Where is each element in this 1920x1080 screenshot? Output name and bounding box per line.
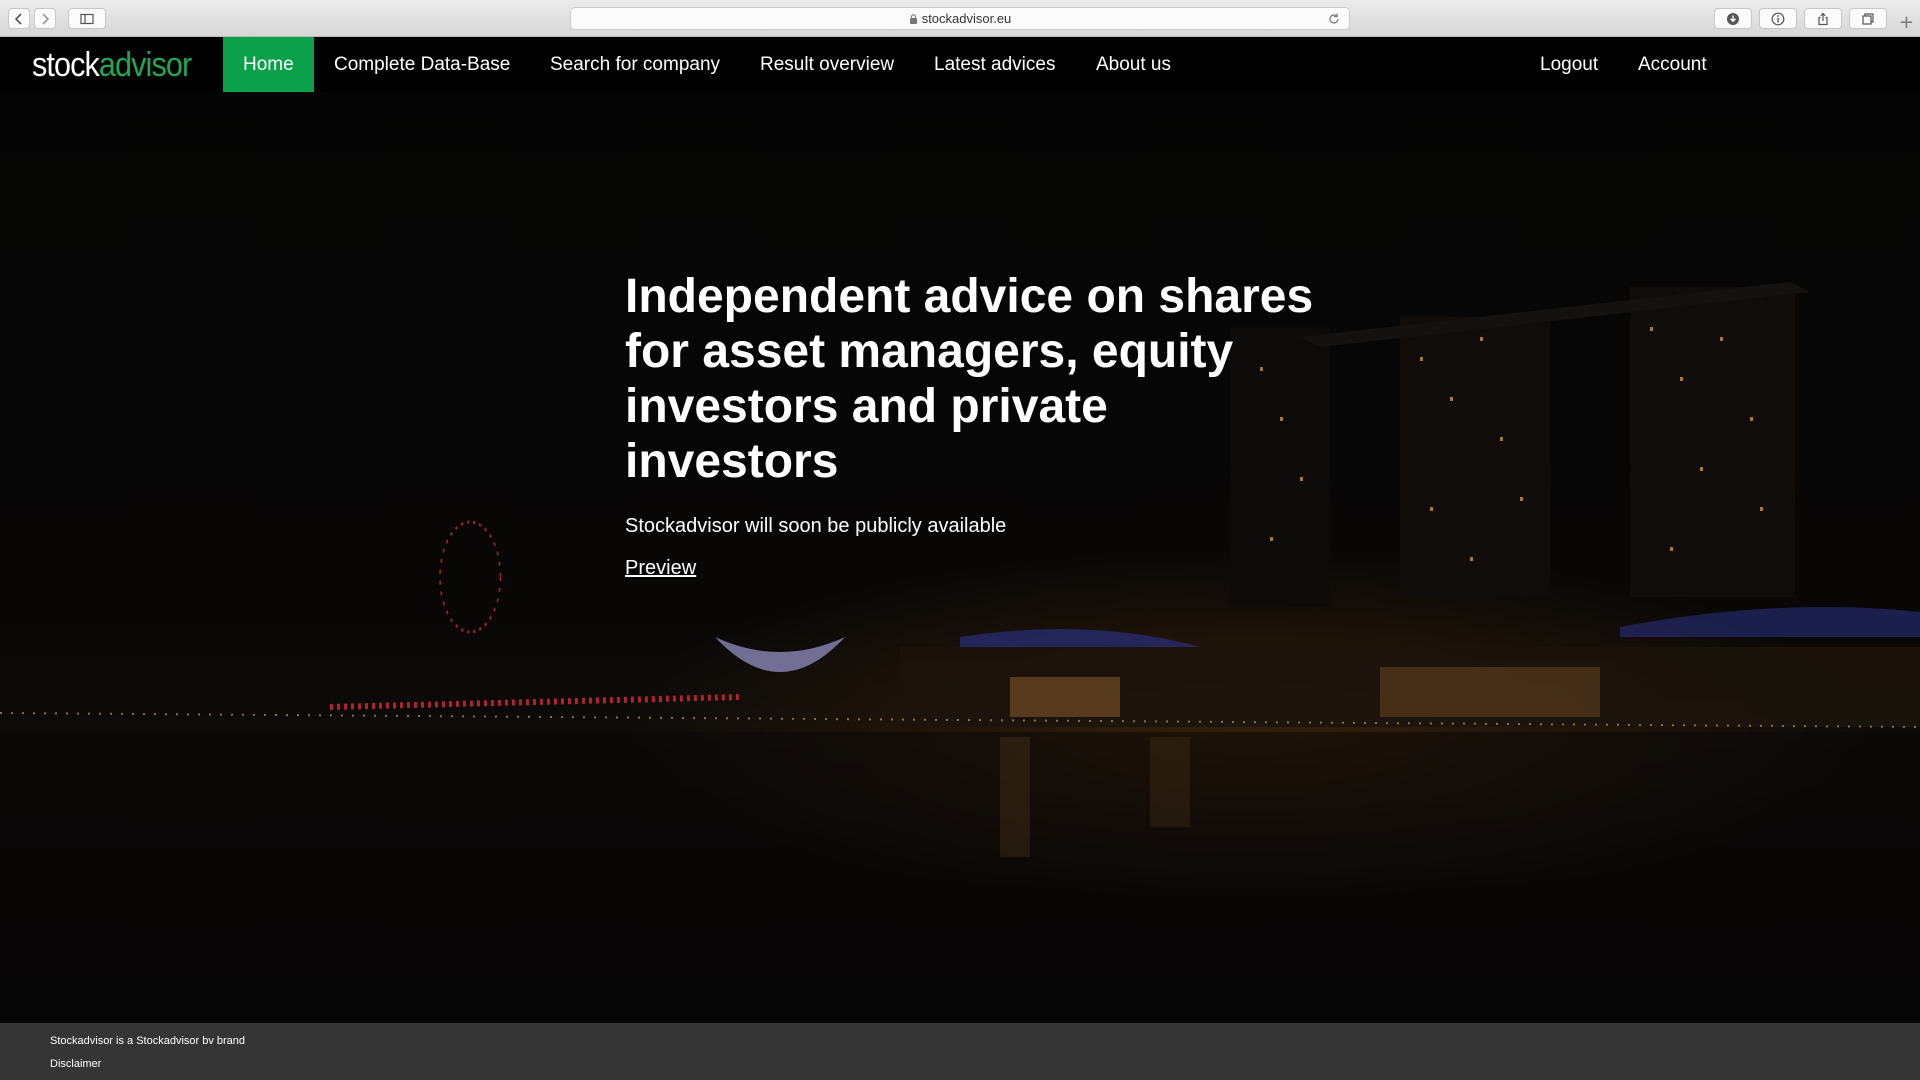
address-bar[interactable]: stockadvisor.eu <box>570 7 1350 30</box>
sidebar-button[interactable] <box>68 8 106 29</box>
reload-icon[interactable] <box>1327 12 1341 26</box>
website: stockadvisor Home Complete Data-Base Sea… <box>0 37 1920 1080</box>
nav-about-us[interactable]: About us <box>1076 37 1191 92</box>
site-footer: Stockadvisor is a Stockadvisor bv brand … <box>0 1023 1920 1080</box>
nav-complete-database[interactable]: Complete Data-Base <box>314 37 530 92</box>
share-icon <box>1818 12 1828 25</box>
stockadvisor-logo[interactable]: stockadvisor <box>32 46 192 85</box>
share-button[interactable] <box>1804 8 1842 29</box>
main-navbar: stockadvisor Home Complete Data-Base Sea… <box>0 37 1920 92</box>
sidebar-icon <box>80 13 94 24</box>
nav-account[interactable]: Account <box>1618 37 1727 92</box>
new-tab-icon[interactable]: + <box>1899 12 1914 33</box>
hero-headline: Independent advice on shares for asset m… <box>625 270 1314 488</box>
hero-subtext: Stockadvisor will soon be publicly avail… <box>625 515 1007 537</box>
nav-home[interactable]: Home <box>223 37 314 92</box>
browser-toolbar: stockadvisor.eu + <box>0 0 1920 37</box>
lock-icon <box>909 13 917 24</box>
city-night-image <box>0 282 1920 1032</box>
forward-icon <box>42 12 50 25</box>
hero-background <box>0 37 1920 1080</box>
info-button[interactable] <box>1759 8 1797 29</box>
back-icon <box>14 12 22 25</box>
download-button[interactable] <box>1714 8 1752 29</box>
download-icon <box>1727 12 1739 25</box>
tabs-icon <box>1862 12 1874 25</box>
footer-brand-line: Stockadvisor is a Stockadvisor bv brand <box>50 1035 246 1047</box>
tabs-button[interactable] <box>1849 8 1887 29</box>
footer-disclaimer-link[interactable]: Disclaimer <box>50 1058 101 1070</box>
info-icon <box>1771 12 1785 25</box>
nav-result-overview[interactable]: Result overview <box>740 37 914 92</box>
address-text: stockadvisor.eu <box>921 11 1012 26</box>
nav-logout[interactable]: Logout <box>1520 37 1618 92</box>
back-button[interactable] <box>8 8 30 29</box>
nav-search-company[interactable]: Search for company <box>530 37 740 92</box>
forward-button[interactable] <box>34 8 56 29</box>
nav-latest-advices[interactable]: Latest advices <box>914 37 1075 92</box>
preview-link[interactable]: Preview <box>625 557 696 580</box>
